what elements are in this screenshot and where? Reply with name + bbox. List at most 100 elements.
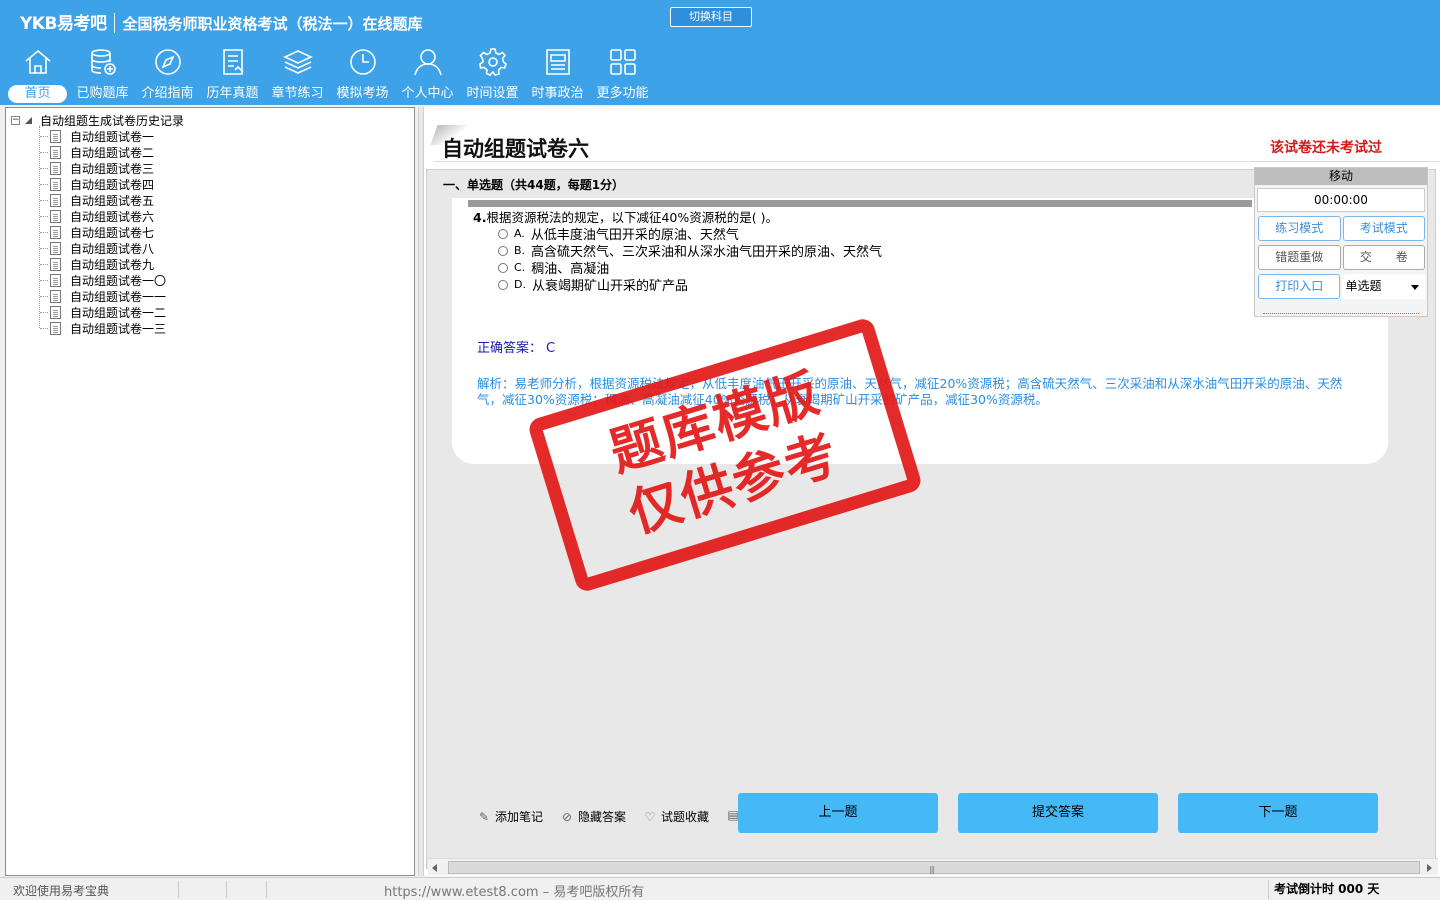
tree-item[interactable]: 自动组题试卷五: [40, 192, 154, 208]
nav-label: 时间设置: [466, 86, 519, 101]
scroll-left-icon[interactable]: [432, 864, 437, 872]
progress-bar: [468, 200, 1252, 207]
tree-item[interactable]: 自动组题试卷九: [40, 256, 154, 272]
document-icon: [50, 321, 61, 335]
collapse-toggle-icon[interactable]: −: [11, 115, 20, 125]
document-icon: [50, 161, 61, 175]
nav-label: 模拟考场: [336, 86, 389, 101]
add-note-tool[interactable]: ✎ 添加笔记: [477, 808, 543, 825]
nav-current-affairs[interactable]: 时事政治: [525, 46, 590, 104]
tree-item-label: 自动组题试卷一二: [70, 305, 167, 320]
move-handle[interactable]: 移动: [1255, 168, 1427, 185]
prev-question-button[interactable]: 上一题: [738, 793, 938, 833]
favorite-tool[interactable]: ♡ 试题收藏: [643, 808, 709, 825]
tree-item-label: 自动组题试卷三: [70, 161, 155, 176]
nav-time-settings[interactable]: 时间设置: [460, 46, 525, 104]
tree-item-label: 自动组题试卷九: [70, 257, 155, 272]
nav-personal-center[interactable]: 个人中心: [395, 46, 460, 104]
radio-button[interactable]: [498, 245, 508, 256]
horizontal-scrollbar[interactable]: |||: [428, 858, 1438, 875]
question-number: 4.: [473, 210, 487, 225]
exam-countdown: 考试倒计时 000 天: [1268, 880, 1379, 899]
nav-more[interactable]: 更多功能: [590, 46, 655, 104]
submit-paper-button[interactable]: 交 卷: [1342, 245, 1425, 270]
nav-label: 介绍指南: [141, 86, 194, 101]
nav-label: 章节练习: [271, 86, 324, 101]
scroll-thumb[interactable]: |||: [448, 861, 1420, 874]
nav-chapter-practice[interactable]: 章节练习: [265, 46, 330, 104]
nav-label: 时事政治: [531, 86, 584, 101]
document-icon: [50, 273, 61, 287]
expanded-triangle-icon: [25, 116, 32, 124]
layers-icon: [282, 50, 313, 74]
next-question-button[interactable]: 下一题: [1178, 793, 1378, 833]
tree-item[interactable]: 自动组题试卷三: [40, 160, 154, 176]
nav-label: 首页: [8, 85, 67, 103]
switch-subject-button[interactable]: 切换科目: [670, 7, 752, 27]
option-letter: B.: [514, 244, 526, 257]
document-icon: [50, 129, 61, 143]
tree-item-selected[interactable]: 自动组题试卷六: [40, 208, 154, 224]
tree-root[interactable]: − 自动组题生成试卷历史记录: [11, 112, 184, 128]
practice-mode-button[interactable]: 练习模式: [1258, 216, 1341, 241]
nav-mock-exam[interactable]: 模拟考场: [330, 46, 395, 104]
radio-button[interactable]: [498, 279, 508, 290]
redo-wrong-button[interactable]: 错题重做: [1258, 245, 1341, 270]
status-divider: [266, 881, 267, 898]
grid-icon: [609, 49, 636, 75]
tree-item[interactable]: 自动组题试卷四: [40, 176, 154, 192]
status-divider: [178, 881, 179, 898]
tree-item[interactable]: 自动组题试卷一: [40, 128, 154, 144]
radio-button[interactable]: [498, 262, 508, 273]
tree-item-label: 自动组题试卷五: [70, 193, 155, 208]
answer-analysis: 解析：易老师分析，根据资源税法规定，从低丰度油气田开采的原油、天然气，减征20%…: [477, 376, 1343, 407]
tree-item-label: 自动组题试卷一一: [70, 289, 167, 304]
nav-home[interactable]: 首页: [5, 46, 70, 104]
welcome-text: 欢迎使用易考宝典: [13, 884, 110, 898]
history-tree[interactable]: − 自动组题生成试卷历史记录 自动组题试卷一 自动组题试卷二 自动组题试卷三 自…: [5, 107, 415, 876]
compass-icon: [154, 49, 181, 75]
answer-label: 正确答案：: [477, 341, 543, 356]
tree-item[interactable]: 自动组题试卷二: [40, 144, 154, 160]
question-card: 4.根据资源税法的规定，以下减征40%资源税的是( )。 A. 从低丰度油气田开采…: [452, 198, 1388, 464]
status-bar: 欢迎使用易考宝典 https://www.etest8.com – 易考吧版权所…: [0, 877, 1440, 900]
tool-label: 试题收藏: [661, 810, 710, 824]
nav-label: 历年真题: [206, 86, 259, 101]
tree-item-label: 自动组题试卷七: [70, 225, 155, 240]
document-icon: [50, 177, 61, 191]
print-button[interactable]: 打印入口: [1258, 274, 1341, 299]
option-letter: C.: [514, 261, 526, 274]
option-letter: A.: [514, 227, 525, 240]
nav-past-exams[interactable]: 历年真题: [200, 46, 265, 104]
eye-slash-icon: ⊘: [561, 809, 573, 824]
document-icon: [50, 289, 61, 303]
radio-button[interactable]: [498, 228, 508, 239]
title-divider: [434, 161, 1440, 162]
option-letter: D.: [514, 278, 526, 291]
nav-label: 已购题库: [76, 86, 129, 101]
submit-answer-button[interactable]: 提交答案: [958, 793, 1158, 833]
exam-mode-button[interactable]: 考试模式: [1342, 216, 1425, 241]
tree-item[interactable]: 自动组题试卷七: [40, 224, 154, 240]
option-d[interactable]: D. 从衰竭期矿山开采的矿产品: [498, 275, 688, 294]
database-icon: [90, 49, 116, 75]
nav-purchased[interactable]: 已购题库: [70, 46, 135, 104]
scroll-right-icon[interactable]: [1427, 864, 1432, 872]
tree-item[interactable]: 自动组题试卷一二: [40, 304, 166, 320]
brand-name: YKB易考吧: [20, 14, 107, 34]
tool-label: 添加笔记: [495, 810, 544, 824]
paper-status: 该试卷还未考试过: [1270, 140, 1382, 156]
exam-control-panel: 移动 00:00:00 练习模式 考试模式 错题重做 交 卷 打印入口 单选题: [1254, 167, 1428, 317]
hide-answer-tool[interactable]: ⊘ 隐藏答案: [560, 808, 626, 825]
tree-item[interactable]: 自动组题试卷八: [40, 240, 154, 256]
nav-guide[interactable]: 介绍指南: [135, 46, 200, 104]
tree-item[interactable]: 自动组题试卷一三: [40, 320, 166, 336]
paper-title: 自动组题试卷六: [442, 136, 589, 161]
document-icon: [50, 193, 61, 207]
panel-scrollbar[interactable]: [1263, 313, 1419, 314]
tree-item[interactable]: 自动组题试卷一一: [40, 288, 166, 304]
tree-item[interactable]: 自动组题试卷一〇: [40, 272, 166, 288]
document-icon: [50, 241, 61, 255]
tree-item-label: 自动组题试卷一: [70, 129, 155, 144]
question-type-select[interactable]: 单选题: [1342, 274, 1425, 299]
